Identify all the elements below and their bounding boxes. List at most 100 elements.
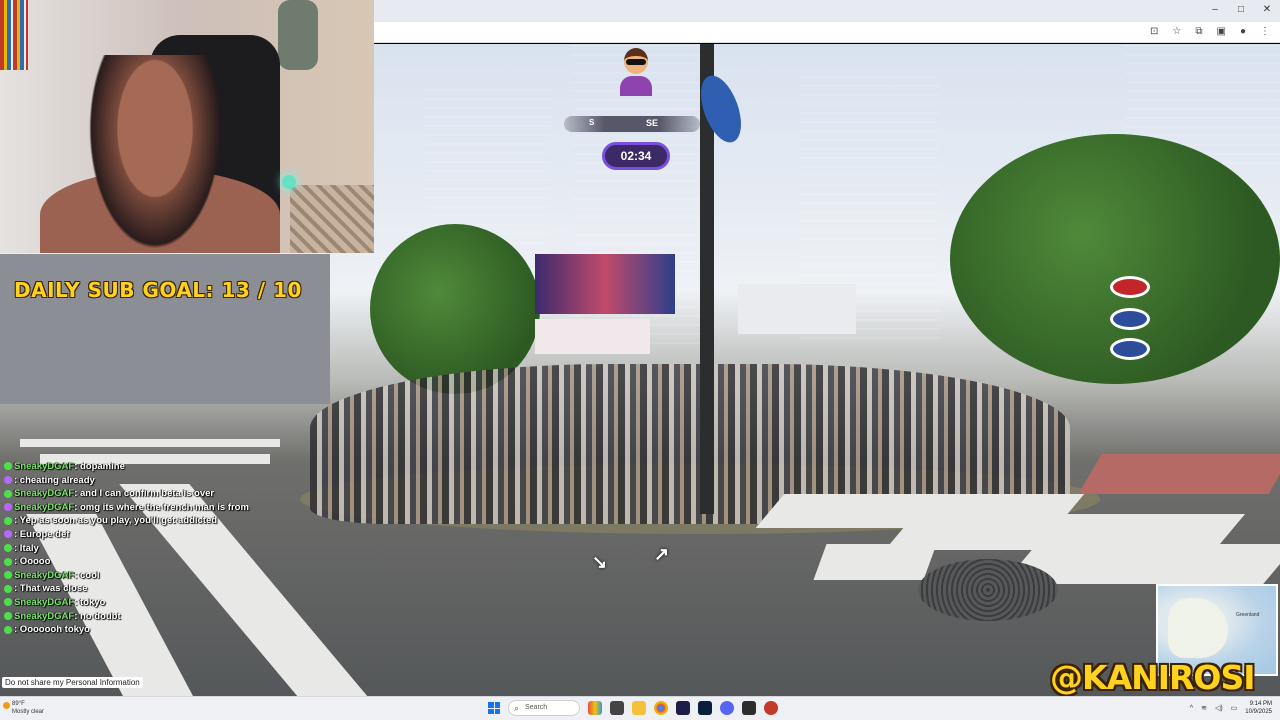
file-explorer-icon[interactable]: [632, 701, 646, 715]
chat-text: : That was close: [14, 583, 88, 595]
taskbar: 89°F Mostly clear Search ^ ≋ ◁) ▭ 9:14 P…: [0, 696, 1280, 720]
player-avatar: [617, 44, 655, 96]
chat-badge-icon: [4, 489, 12, 498]
round-timer: 02:34: [602, 142, 670, 170]
menu-icon[interactable]: ⋮: [1260, 26, 1270, 37]
chat-username[interactable]: SneakyDGAF: [14, 502, 74, 513]
left-building: [0, 254, 330, 404]
battery-icon[interactable]: ▭: [1231, 704, 1238, 712]
chat-message: : Ooooo: [4, 555, 304, 569]
chat-text: : omg its where the french man is from: [74, 501, 249, 513]
system-tray: ^ ≋ ◁) ▭ 9:14 PM 10/9/2025: [1190, 700, 1272, 716]
chat-text: : and I can confirm beta is over: [74, 488, 215, 500]
blanket: [290, 185, 374, 253]
chat-username[interactable]: SneakyDGAF: [14, 461, 74, 472]
chat-message: : Europe def: [4, 528, 304, 542]
screen: – □ ✕ ⊡ ☆ ⧉ ▣ ● ⋮ S SE 02:34 ↘ ↗ Greenla…: [0, 0, 1280, 720]
premiere-icon[interactable]: [676, 701, 690, 715]
stream-chat: SneakyDGAF: dopamine: cheating already Sn…: [4, 460, 304, 637]
chat-badge-icon: [4, 598, 12, 607]
chat-message: : Italy: [4, 542, 304, 556]
sunglasses-icon: [626, 59, 646, 65]
streamer: [80, 55, 230, 253]
move-arrow-right[interactable]: ↗: [654, 544, 669, 565]
red-curb: [1078, 454, 1280, 494]
chat-message: SneakyDGAF: and I can confirm beta is ov…: [4, 487, 304, 501]
discord-icon[interactable]: [720, 701, 734, 715]
chat-message: : cheating already: [4, 474, 304, 488]
webcam-feed: [0, 0, 374, 253]
chat-message: SneakyDGAF: tokyo: [4, 596, 304, 610]
maximize-button[interactable]: □: [1236, 4, 1246, 15]
chat-badge-icon: [4, 612, 12, 621]
taskbar-search[interactable]: Search: [508, 700, 580, 716]
chat-text: : Yep as soon as you play, you'll get ad…: [14, 515, 218, 527]
sub-goal-text: DAILY SUB GOAL: 13 / 10: [14, 278, 302, 302]
chat-badge-icon: [4, 503, 12, 512]
billboard-lower: [535, 319, 650, 354]
no-parking-sign: [1110, 276, 1150, 298]
billboard: [535, 254, 675, 314]
profile-icon[interactable]: ●: [1240, 26, 1246, 37]
chat-badge-icon: [4, 476, 12, 485]
avatar-body: [620, 76, 652, 96]
minimap-label: Greenland: [1236, 612, 1260, 618]
billboard-right: [738, 284, 856, 334]
browser-titlebar: – □ ✕: [374, 0, 1280, 22]
close-button[interactable]: ✕: [1262, 4, 1272, 15]
chat-message: : Yep as soon as you play, you'll get ad…: [4, 514, 304, 528]
chat-username[interactable]: SneakyDGAF: [14, 611, 74, 622]
chat-text: : Italy: [14, 542, 39, 554]
minimize-button[interactable]: –: [1210, 4, 1220, 15]
widgets-icon[interactable]: [588, 701, 602, 715]
compass-bar: S SE: [564, 116, 700, 132]
chat-message: : Ooooooh tokyo: [4, 623, 304, 637]
chat-message: SneakyDGAF: omg its where the french man…: [4, 501, 304, 515]
chat-username[interactable]: SneakyDGAF: [14, 597, 74, 608]
chat-badge-icon: [4, 462, 12, 471]
clock-date: 10/9/2025: [1245, 709, 1272, 715]
clock[interactable]: 9:14 PM 10/9/2025: [1245, 700, 1272, 716]
install-icon[interactable]: ⊡: [1150, 26, 1158, 37]
toolbar-icons: ⊡ ☆ ⧉ ▣ ● ⋮: [1150, 26, 1270, 37]
chat-text: : cool: [74, 569, 100, 581]
start-icon[interactable]: [488, 702, 500, 714]
manhole-cover: [918, 559, 1058, 621]
wifi-icon[interactable]: ≋: [1201, 704, 1207, 712]
streamer-handle: @KANIROSI: [1050, 658, 1256, 697]
lamp-light: [282, 175, 296, 189]
crosswalk-stripe: [20, 439, 280, 447]
clock-time: 9:14 PM: [1249, 701, 1272, 707]
sun-icon: [3, 702, 10, 709]
bookshelf: [0, 0, 28, 70]
obs-icon[interactable]: [742, 701, 756, 715]
compass-south: S: [589, 118, 595, 127]
chat-message: SneakyDGAF: no doubt: [4, 610, 304, 624]
no-stopping-sign: [1110, 338, 1150, 360]
bookmark-star-icon[interactable]: ☆: [1172, 26, 1181, 37]
weather-widget[interactable]: 89°F Mostly clear: [3, 700, 44, 716]
chat-text: : dopamine: [74, 461, 125, 472]
chat-text: : no doubt: [74, 610, 121, 622]
no-stopping-sign: [1110, 308, 1150, 330]
chrome-icon[interactable]: [654, 701, 668, 715]
task-view-icon[interactable]: [610, 701, 624, 715]
chat-badge-icon: [4, 544, 12, 553]
chat-message: SneakyDGAF: cool: [4, 569, 304, 583]
app-red-icon[interactable]: [764, 701, 778, 715]
sidepanel-icon[interactable]: ▣: [1217, 26, 1226, 37]
chat-text: : Ooooo: [14, 556, 51, 568]
chevron-up-icon[interactable]: ^: [1190, 705, 1193, 712]
taskbar-apps: Search: [488, 700, 778, 716]
photoshop-icon[interactable]: [698, 701, 712, 715]
chat-badge-icon: [4, 584, 12, 593]
minimap-landmass: [1168, 598, 1228, 658]
privacy-link[interactable]: Do not share my Personal Information: [2, 677, 143, 688]
chat-username[interactable]: SneakyDGAF: [14, 488, 74, 499]
move-arrow-left[interactable]: ↘: [592, 552, 607, 573]
chat-badge-icon: [4, 571, 12, 580]
chat-username[interactable]: SneakyDGAF: [14, 570, 74, 581]
weather-temp: 89°F: [12, 701, 25, 707]
extensions-icon[interactable]: ⧉: [1195, 26, 1202, 37]
volume-icon[interactable]: ◁): [1215, 704, 1223, 712]
